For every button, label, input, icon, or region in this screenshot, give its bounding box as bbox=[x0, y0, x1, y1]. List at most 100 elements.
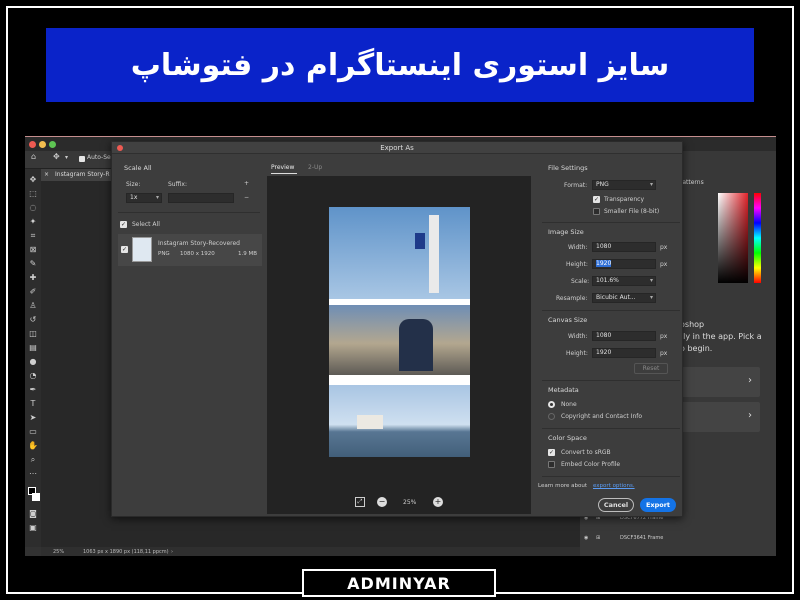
canvas-width-input[interactable]: 1080 bbox=[592, 331, 656, 341]
file-dimensions: 1080 x 1920 bbox=[180, 251, 215, 257]
format-select[interactable]: PNG ▾ bbox=[592, 180, 656, 190]
remove-scale-icon[interactable]: − bbox=[244, 194, 249, 201]
frame-tool-icon[interactable]: ⊠ bbox=[28, 245, 38, 255]
learn-card-2[interactable]: › bbox=[680, 402, 760, 432]
history-brush-icon[interactable]: ↺ bbox=[28, 315, 38, 325]
lasso-tool-icon[interactable]: ◌ bbox=[28, 203, 38, 213]
export-options-link[interactable]: export options. bbox=[593, 483, 635, 489]
document-size: 1063 px x 1890 px (118,11 ppcm) bbox=[83, 549, 169, 555]
metadata-header: Metadata bbox=[548, 386, 579, 394]
move-tool-icon[interactable]: ✥ bbox=[28, 175, 38, 185]
layer-name: DSCF3641 Frame bbox=[620, 535, 664, 541]
scale-label: Scale: bbox=[571, 278, 590, 285]
preview-area[interactable]: ⤢ − 25% + bbox=[267, 176, 531, 514]
window-zoom-icon[interactable] bbox=[49, 141, 56, 148]
scale-select-value: 101.6% bbox=[596, 277, 619, 284]
flag bbox=[415, 233, 425, 249]
metadata-copyright-radio[interactable] bbox=[548, 413, 555, 420]
zoom-out-icon[interactable]: − bbox=[377, 497, 387, 507]
add-scale-icon[interactable]: + bbox=[244, 180, 249, 187]
pen-tool-icon[interactable]: ✒ bbox=[28, 385, 38, 395]
learn-line2: o begin. bbox=[680, 344, 713, 353]
canvas-width-label: Width: bbox=[568, 333, 588, 340]
more-tools-icon[interactable]: ⋯ bbox=[28, 469, 38, 479]
eyedropper-icon[interactable]: ✎ bbox=[28, 259, 38, 269]
divider bbox=[542, 428, 680, 429]
learn-more-text: Learn more about bbox=[538, 483, 587, 489]
banner-title: سایز استوری اینستاگرام در فتوشاپ bbox=[130, 47, 670, 83]
smaller-file-checkbox[interactable] bbox=[593, 208, 600, 215]
zoom-tool-icon[interactable]: ⌕ bbox=[28, 455, 38, 465]
brush-tool-icon[interactable]: ✐ bbox=[28, 287, 38, 297]
file-list-item[interactable]: ✓ Instagram Story-Recovered PNG 1080 x 1… bbox=[118, 234, 262, 266]
size-select[interactable]: 1x ▾ bbox=[126, 193, 162, 203]
tab-preview[interactable]: Preview bbox=[271, 164, 294, 171]
fit-screen-icon[interactable]: ⤢ bbox=[355, 497, 365, 507]
window-close-icon[interactable] bbox=[29, 141, 36, 148]
crop-tool-icon[interactable]: ⌗ bbox=[28, 231, 38, 241]
close-tab-icon[interactable]: × bbox=[44, 171, 49, 178]
chevron-right-icon[interactable]: › bbox=[171, 549, 173, 555]
chevron-down-icon[interactable]: ▾ bbox=[65, 154, 68, 161]
image-width-input[interactable]: 1080 bbox=[592, 242, 656, 252]
path-select-icon[interactable]: ➤ bbox=[28, 413, 38, 423]
magic-wand-icon[interactable]: ✦ bbox=[28, 217, 38, 227]
cancel-button[interactable]: Cancel bbox=[598, 498, 634, 512]
layer-row[interactable]: ◉ ⊞ DSCF3641 Frame bbox=[580, 529, 770, 547]
gradient-tool-icon[interactable]: ▤ bbox=[28, 343, 38, 353]
auto-select-checkbox[interactable] bbox=[79, 156, 85, 162]
select-all-checkbox[interactable]: ✓ bbox=[120, 221, 127, 228]
hue-slider[interactable] bbox=[754, 193, 761, 283]
marquee-tool-icon[interactable]: ⬚ bbox=[28, 189, 38, 199]
move-tool-icon[interactable]: ✥ bbox=[53, 152, 60, 161]
learn-title: oshop bbox=[680, 320, 705, 329]
convert-srgb-checkbox[interactable]: ✓ bbox=[548, 449, 555, 456]
chevron-down-icon: ▾ bbox=[155, 194, 159, 201]
background-color-swatch[interactable] bbox=[32, 493, 40, 501]
image-height-value: 1920 bbox=[596, 260, 612, 267]
learn-card-1[interactable]: › bbox=[680, 367, 760, 397]
tab-2up[interactable]: 2-Up bbox=[308, 164, 322, 171]
shape-tool-icon[interactable]: ▭ bbox=[28, 427, 38, 437]
zoom-in-icon[interactable]: + bbox=[433, 497, 443, 507]
dodge-tool-icon[interactable]: ◔ bbox=[28, 371, 38, 381]
status-bar: 25% 1063 px x 1890 px (118,11 ppcm) › bbox=[41, 547, 581, 556]
canvas-height-input[interactable]: 1920 bbox=[592, 348, 656, 358]
divider bbox=[542, 310, 680, 311]
boat bbox=[357, 415, 383, 429]
window-minimize-icon[interactable] bbox=[39, 141, 46, 148]
home-icon[interactable]: ⌂ bbox=[31, 152, 36, 161]
metadata-none-label: None bbox=[561, 401, 577, 408]
stamp-tool-icon[interactable]: ♙ bbox=[28, 301, 38, 311]
resample-select[interactable]: Bicubic Aut... ▾ bbox=[592, 293, 656, 303]
file-checkbox[interactable]: ✓ bbox=[121, 246, 128, 253]
blur-tool-icon[interactable]: ● bbox=[28, 357, 38, 367]
suffix-input[interactable] bbox=[168, 193, 234, 203]
brand-badge: ADMINYAR bbox=[302, 569, 496, 597]
export-button[interactable]: Export bbox=[640, 498, 676, 512]
color-picker-field[interactable] bbox=[718, 193, 748, 283]
resample-select-value: Bicubic Aut... bbox=[596, 294, 636, 301]
embed-profile-checkbox[interactable] bbox=[548, 461, 555, 468]
photo-boat bbox=[329, 385, 470, 457]
image-height-input[interactable]: 1920 bbox=[592, 259, 656, 269]
canvas-width-unit: px bbox=[660, 333, 668, 340]
transparency-checkbox[interactable]: ✓ bbox=[593, 196, 600, 203]
scale-select[interactable]: 101.6% ▾ bbox=[592, 276, 656, 286]
photo-photographer bbox=[329, 305, 470, 375]
select-all-label: Select All bbox=[132, 221, 160, 228]
reset-button[interactable]: Reset bbox=[634, 363, 668, 374]
type-tool-icon[interactable]: T bbox=[28, 399, 38, 409]
export-as-dialog: Export As Scale All Size: Suffix: + 1x ▾… bbox=[111, 141, 683, 517]
brand-label: ADMINYAR bbox=[347, 573, 451, 593]
hand-tool-icon[interactable]: ✋ bbox=[28, 441, 38, 451]
screen-mode-icon[interactable]: ▣ bbox=[28, 523, 38, 533]
quick-mask-icon[interactable]: ◙ bbox=[28, 509, 38, 519]
healing-brush-icon[interactable]: ✚ bbox=[28, 273, 38, 283]
metadata-none-radio[interactable] bbox=[548, 401, 555, 408]
eraser-icon[interactable]: ◫ bbox=[28, 329, 38, 339]
dialog-close-icon[interactable] bbox=[117, 145, 123, 151]
file-settings-header: File Settings bbox=[548, 164, 588, 172]
visibility-eye-icon[interactable]: ◉ bbox=[584, 535, 588, 541]
file-thumbnail bbox=[132, 237, 152, 262]
